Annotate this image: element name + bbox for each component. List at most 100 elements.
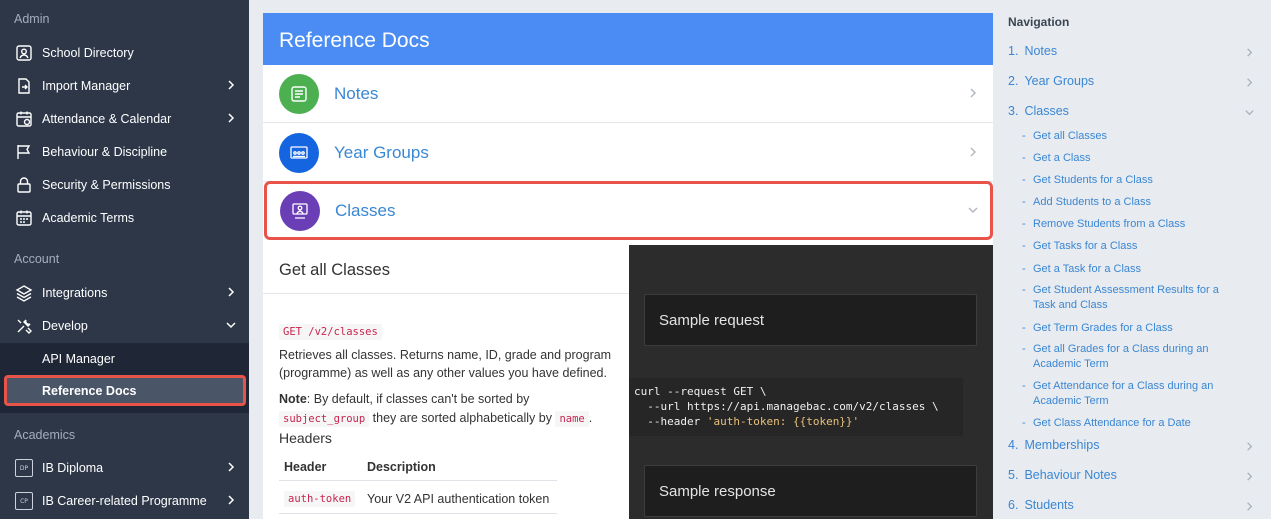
nav-subitem-label: Get all Grades for a Class during an Aca… (1033, 343, 1209, 370)
nav-subitem[interactable]: - Get Class Attendance for a Date (1022, 416, 1232, 431)
sidebar-item-label: Develop (42, 319, 88, 333)
sidebar-subitem-reference-docs[interactable]: Reference Docs (4, 375, 246, 406)
import-icon (14, 76, 34, 96)
nav-label: Memberships (1024, 438, 1100, 452)
year-groups-icon (279, 132, 319, 173)
nav-item-classes[interactable]: 3. Classes (1008, 104, 1069, 118)
nav-subitem[interactable]: - Get Students for a Class (1022, 173, 1232, 188)
nav-label: Behaviour Notes (1024, 468, 1117, 482)
nav-subitem-label: Get a Class (1033, 152, 1091, 164)
sidebar-item-ib-diploma[interactable]: DP IB Diploma (0, 453, 249, 483)
badge-text: DP (15, 459, 33, 477)
sidebar-item-integrations[interactable]: Integrations (0, 278, 249, 308)
nav-num: 2. (1008, 74, 1019, 88)
code-line: curl --request GET \ (634, 385, 767, 398)
code-sample[interactable]: curl --request GET \ --url https://api.m… (629, 378, 963, 436)
sidebar-item-label: School Directory (42, 46, 134, 60)
main-content: Reference Docs Notes Year Groups Classes… (263, 13, 993, 519)
nav-num: 6. (1008, 498, 1019, 512)
tools-icon (14, 316, 34, 336)
chevron-right-icon (1247, 442, 1253, 451)
endpoint-details: Get all Classes GET /v2/classes Retrieve… (263, 245, 629, 519)
sidebar-section-admin: Admin (14, 12, 50, 26)
nav-subitem[interactable]: - Get Term Grades for a Class (1022, 321, 1232, 336)
note-code: subject_group (279, 411, 370, 427)
sidebar: Admin School Directory Import Manager At… (0, 0, 249, 519)
note-text: they are sorted alphabetically by (372, 411, 552, 425)
sidebar-item-behaviour-discipline[interactable]: Behaviour & Discipline (0, 137, 249, 167)
nav-item-students[interactable]: 6. Students (1008, 498, 1074, 512)
badge-text: CP (15, 492, 33, 510)
sidebar-item-attendance-calendar[interactable]: Attendance & Calendar (0, 104, 249, 134)
chevron-right-icon (228, 495, 235, 505)
nav-num: 1. (1008, 44, 1019, 58)
nav-subitem-label: Get a Task for a Class (1033, 263, 1142, 275)
cp-badge-icon: CP (14, 491, 34, 511)
nav-subitem[interactable]: - Get a Task for a Class (1022, 262, 1232, 277)
chevron-right-icon (228, 462, 235, 472)
layers-icon (14, 283, 34, 303)
endpoint-title: Get all Classes (279, 261, 390, 279)
sidebar-subitem-api-manager[interactable]: API Manager (0, 344, 249, 374)
accordion-classes[interactable]: Classes (264, 181, 993, 240)
directory-icon (14, 43, 34, 63)
nav-subitem-label: Get Student Assessment Results for a Tas… (1033, 284, 1219, 311)
code-line: --url https://api.managebac.com/v2/class… (634, 400, 939, 413)
sidebar-item-label: Import Manager (42, 79, 131, 93)
sidebar-item-academic-terms[interactable]: Academic Terms (0, 203, 249, 233)
sample-response-heading: Sample response (644, 465, 977, 517)
divider (279, 513, 557, 514)
code-line: --header (634, 415, 707, 428)
nav-subitem-label: Get Students for a Class (1033, 174, 1153, 186)
sidebar-item-ib-career-related[interactable]: CP IB Career-related Programme (0, 486, 249, 516)
dp-badge-icon: DP (14, 458, 34, 478)
nav-subitem[interactable]: - Get Student Assessment Results for a Ta… (1022, 283, 1232, 313)
nav-subitem[interactable]: - Add Students to a Class (1022, 195, 1232, 210)
nav-subitem-label: Get Class Attendance for a Date (1033, 417, 1191, 429)
nav-subitem-label: Get Tasks for a Class (1033, 240, 1138, 252)
sidebar-section-account: Account (14, 252, 60, 266)
note-label: Note (279, 392, 307, 406)
nav-subitem[interactable]: - Remove Students from a Class (1022, 217, 1232, 232)
note-code: name (555, 411, 589, 427)
nav-subitem[interactable]: - Get all Grades for a Class during an Ac… (1022, 342, 1232, 372)
nav-num: 4. (1008, 438, 1019, 452)
endpoint-note: Note: By default, if classes can't be so… (279, 390, 619, 429)
nav-subitem-label: Get all Classes (1033, 130, 1107, 142)
sidebar-item-develop[interactable]: Develop (0, 311, 249, 341)
sidebar-item-import-manager[interactable]: Import Manager (0, 71, 249, 101)
chevron-right-icon (228, 113, 235, 123)
nav-item-year-groups[interactable]: 2. Year Groups (1008, 74, 1094, 88)
sidebar-item-label: IB Career-related Programme (42, 494, 207, 508)
chevron-right-icon (970, 147, 976, 157)
accordion-year-groups[interactable]: Year Groups (263, 124, 993, 182)
nav-subitem[interactable]: - Get all Classes (1022, 129, 1232, 144)
nav-item-notes[interactable]: 1. Notes (1008, 44, 1057, 58)
calendar-icon (14, 109, 34, 129)
accordion-label: Classes (335, 200, 396, 220)
chevron-right-icon (228, 287, 235, 297)
nav-item-memberships[interactable]: 4. Memberships (1008, 438, 1099, 452)
chevron-down-icon (226, 322, 236, 329)
nav-item-behaviour-notes[interactable]: 5. Behaviour Notes (1008, 468, 1117, 482)
accordion-label: Year Groups (334, 142, 429, 162)
endpoint-code: GET /v2/classes (279, 324, 382, 340)
flag-icon (14, 142, 34, 162)
sidebar-item-security-permissions[interactable]: Security & Permissions (0, 170, 249, 200)
code-string: 'auth-token: {{token}}' (706, 415, 860, 428)
lock-icon (14, 175, 34, 195)
sidebar-item-school-directory[interactable]: School Directory (0, 38, 249, 68)
notes-icon (279, 73, 319, 114)
nav-subitem[interactable]: - Get Tasks for a Class (1022, 239, 1232, 254)
nav-subitem[interactable]: - Get a Class (1022, 151, 1232, 166)
headers-title: Headers (279, 430, 332, 446)
nav-subitem-label: Remove Students from a Class (1033, 218, 1186, 230)
nav-label: Classes (1024, 104, 1069, 118)
navigation-title: Navigation (1008, 15, 1070, 29)
nav-subitem[interactable]: - Get Attendance for a Class during an Ac… (1022, 379, 1232, 409)
right-navigation: Navigation 1. Notes 2. Year Groups 3. Class… (994, 0, 1271, 519)
accordion-notes[interactable]: Notes (263, 65, 993, 123)
chevron-right-icon (1247, 78, 1253, 87)
page-title: Reference Docs (263, 13, 993, 65)
chevron-right-icon (1247, 472, 1253, 481)
